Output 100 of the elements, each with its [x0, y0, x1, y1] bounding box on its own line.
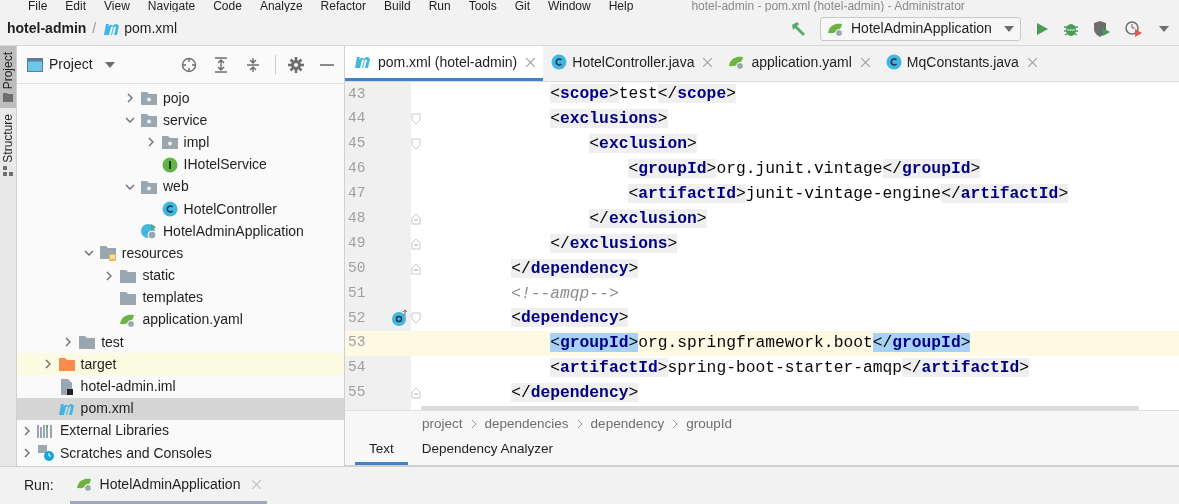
folder-icon: [120, 290, 137, 305]
tree-item[interactable]: HotelController: [17, 197, 344, 221]
chevron-right-icon: [672, 420, 679, 428]
tree-item[interactable]: resources: [17, 242, 344, 265]
breadcrumb-item[interactable]: dependencies: [484, 413, 569, 435]
line-number: 43: [347, 84, 367, 104]
tree-item-label: impl: [183, 132, 210, 152]
menu-item[interactable]: Analyze: [259, 0, 303, 12]
editor-mode-tab[interactable]: Dependency Analyzer: [407, 437, 568, 465]
tree-item-label: External Libraries: [60, 421, 169, 441]
tree-item-label: target: [80, 354, 117, 374]
run-configuration-dropdown[interactable]: HotelAdminApplication: [820, 16, 1021, 41]
expand-all-icon[interactable]: [213, 56, 229, 73]
tree-item[interactable]: pom.xml: [17, 397, 344, 420]
collapse-all-icon[interactable]: [245, 56, 261, 73]
menu-item[interactable]: View: [104, 0, 130, 12]
code-line: <artifactId>spring-boot-starter-amqp</artifactId>: [549, 357, 1030, 380]
breadcrumb-item[interactable]: dependency: [590, 413, 665, 435]
breadcrumb-item[interactable]: project: [422, 413, 463, 435]
minimize-icon[interactable]: [320, 62, 334, 67]
tool-window-tab[interactable]: Structure: [0, 108, 16, 183]
menu-item[interactable]: Window: [548, 0, 591, 12]
tree-item-label: test: [101, 332, 124, 352]
breadcrumb-item[interactable]: hotel-admin: [7, 18, 87, 39]
spring-leaf-icon: [728, 54, 747, 70]
breadcrumb-item[interactable]: pom.xml: [102, 18, 178, 39]
line-number: 46: [347, 159, 367, 179]
menu-item[interactable]: Run: [428, 0, 451, 12]
tree-item[interactable]: IHotelService: [17, 153, 344, 176]
horizontal-scrollbar[interactable]: [421, 405, 1139, 410]
tree-item[interactable]: External Libraries: [17, 419, 344, 442]
menu-item[interactable]: Navigate: [147, 0, 196, 12]
run-tab[interactable]: HotelAdminApplication: [69, 467, 268, 504]
tree-item-label: hotel-admin.iml: [80, 377, 176, 397]
hammer-icon[interactable]: [790, 19, 808, 38]
tree-item[interactable]: service: [17, 109, 344, 132]
structure-icon: [3, 166, 13, 177]
tree-item-label: HotelAdminApplication: [163, 221, 304, 241]
class-icon: [551, 54, 568, 70]
package-folder-icon: [141, 91, 157, 106]
line-number: 50: [347, 258, 367, 278]
run-icon[interactable]: [1035, 21, 1049, 36]
tree-item[interactable]: application.yaml: [17, 308, 344, 332]
editor-tab[interactable]: pom.xml (hotel-admin): [345, 46, 544, 81]
tree-item[interactable]: hotel-admin.iml: [17, 375, 344, 398]
menu-item[interactable]: File: [28, 0, 48, 12]
editor-tab[interactable]: application.yaml: [720, 46, 878, 81]
settings-icon[interactable]: [288, 56, 304, 73]
breadcrumb-item[interactable]: groupId: [686, 413, 732, 435]
panel-title[interactable]: Project: [49, 54, 93, 75]
override-icon[interactable]: [391, 309, 409, 328]
caret-icon[interactable]: [1159, 25, 1169, 32]
interface-icon: [161, 156, 178, 173]
caret-icon[interactable]: [104, 61, 115, 68]
spring-leaf-icon: [75, 476, 94, 492]
tree-item[interactable]: static: [17, 264, 344, 287]
coverage-icon[interactable]: [1093, 20, 1111, 37]
scratches-icon: [37, 444, 55, 463]
file-icon: [59, 378, 74, 395]
editor-tab[interactable]: MqConstants.java: [877, 46, 1045, 81]
tree-item-label: application.yaml: [142, 310, 243, 330]
tree-item[interactable]: web: [17, 175, 344, 198]
menu-item[interactable]: Git: [514, 0, 530, 12]
menu-item[interactable]: Edit: [65, 0, 87, 12]
tree-item-label: Scratches and Consoles: [60, 443, 212, 463]
menu-item[interactable]: Help: [608, 0, 634, 12]
tree-item-label: HotelController: [183, 199, 277, 219]
tool-window-tab[interactable]: Project: [0, 46, 16, 109]
menu-item[interactable]: Tools: [468, 0, 497, 12]
menu-item[interactable]: Code: [213, 0, 242, 12]
window-title: hotel-admin - pom.xml (hotel-admin) - Administrator: [691, 0, 965, 12]
tree-item[interactable]: impl: [17, 131, 344, 154]
maven-icon: [353, 55, 373, 69]
line-number: 53: [347, 333, 367, 353]
editor-tab[interactable]: HotelController.java: [543, 46, 721, 81]
tree-item-label: resources: [121, 243, 184, 263]
folder-icon: [120, 268, 137, 283]
tree-item[interactable]: templates: [17, 286, 344, 309]
tree-item[interactable]: pojo: [17, 87, 344, 110]
close-icon[interactable]: [526, 57, 536, 67]
line-number: 49: [347, 233, 367, 253]
line-number: 44: [347, 109, 367, 129]
line-number: 45: [347, 134, 367, 154]
tree-item[interactable]: HotelAdminApplication: [17, 220, 344, 243]
tree-item[interactable]: Scratches and Consoles: [17, 442, 344, 465]
breadcrumb-separator: /: [92, 19, 97, 38]
tree-item[interactable]: target: [17, 353, 344, 376]
package-folder-icon: [141, 179, 157, 194]
code-line: <!--amqp-->: [510, 282, 619, 305]
tree-item-label: pom.xml: [80, 399, 134, 419]
locate-icon[interactable]: [181, 56, 197, 73]
tree-item[interactable]: test: [17, 331, 344, 354]
tree-item-label: IHotelService: [183, 155, 267, 175]
menu-item[interactable]: Refactor: [320, 0, 366, 12]
line-number: 55: [347, 383, 367, 403]
line-number: 52: [347, 308, 367, 328]
line-number: 51: [347, 283, 367, 303]
caret-icon: [1004, 25, 1014, 32]
spring-class-icon: [140, 222, 158, 241]
menu-item[interactable]: Build: [383, 0, 411, 12]
